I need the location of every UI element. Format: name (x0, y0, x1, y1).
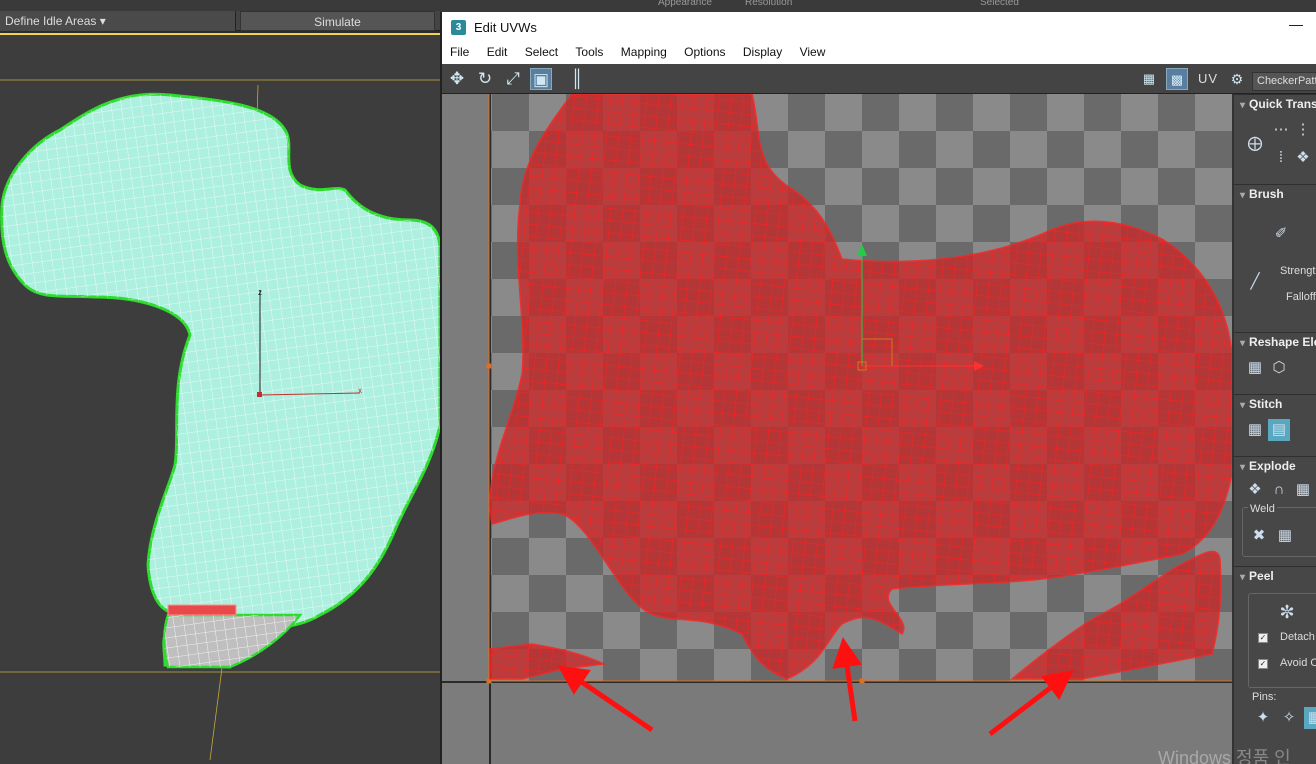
simulate-button[interactable]: Simulate (240, 11, 435, 31)
break-icon[interactable]: ❖ (1244, 479, 1266, 501)
pins-label: Pins: (1252, 691, 1277, 703)
grid-icon[interactable]: ▦ (1292, 479, 1314, 501)
perspective-viewport[interactable]: z x (0, 33, 440, 764)
detach-checkbox[interactable]: ✓ (1258, 633, 1268, 643)
edit-uvws-window: 3 Edit UVWs — File Edit Select Tools Map… (440, 12, 1316, 764)
peel-mode-icon[interactable]: ✼ (1276, 601, 1298, 623)
menu-edit[interactable]: Edit (487, 42, 508, 59)
rotate-icon[interactable]: ↻ (474, 68, 496, 90)
uv-canvas-svg (442, 94, 1232, 764)
pattern-icon[interactable]: ❖ (1292, 147, 1314, 169)
quick-transform-rollout: Quick Transform ⨁ ⋯ ⋮ ⁞ ❖ (1234, 94, 1316, 184)
stitch-target-icon[interactable]: ▤ (1268, 419, 1290, 441)
resolution-label: Resolution (745, 0, 793, 8)
pin-add-icon[interactable]: ✦ (1252, 707, 1274, 729)
uv-editor-canvas[interactable] (442, 94, 1232, 764)
explode-title[interactable]: Explode (1240, 459, 1296, 473)
viewport-canvas: z x (0, 79, 440, 761)
avoid-overlap-label: Avoid Overlap (1280, 657, 1316, 669)
stitch-title[interactable]: Stitch (1240, 397, 1282, 411)
paint-brush-icon[interactable]: ✐ (1270, 223, 1292, 245)
menu-select[interactable]: Select (525, 42, 558, 59)
scale-icon[interactable]: ⤢ (502, 68, 524, 90)
menu-view[interactable]: View (800, 42, 826, 59)
stitch-rollout: Stitch ▦ ▤ (1234, 394, 1316, 456)
move-icon[interactable]: ✥ (446, 68, 468, 90)
app-logo-icon: 3 (451, 20, 466, 35)
falloff-label: Falloff (1286, 291, 1316, 303)
detach-edge-icon[interactable]: ∩ (1268, 479, 1290, 501)
weld-selected-icon[interactable]: ✖ (1248, 525, 1270, 547)
appearance-label: Appearance (658, 0, 712, 8)
brush-title[interactable]: Brush (1240, 187, 1284, 201)
weld-label: Weld (1248, 503, 1277, 515)
uvw-toolbar: ✥ ↻ ⤢ ▣ ║ ▦ ▩ UV ⚙ CheckerPatt... (442, 64, 1316, 94)
align-vertical-icon[interactable]: ⋮ (1292, 119, 1314, 141)
freeform-mode-icon[interactable]: ▣ (530, 68, 552, 90)
menu-mapping[interactable]: Mapping (621, 42, 667, 59)
menu-display[interactable]: Display (743, 42, 782, 59)
relax-icon[interactable]: ⬡ (1268, 357, 1290, 379)
align-horizontal-icon[interactable]: ⋯ (1270, 119, 1292, 141)
settings-gear-icon[interactable]: ⚙ (1226, 68, 1248, 90)
menu-options[interactable]: Options (684, 42, 725, 59)
axis-x-label: x (358, 386, 362, 395)
screen: Appearance Resolution Selected Define Id… (0, 0, 1316, 764)
reshape-elements-rollout: Reshape Elements ▦ ⬡ (1234, 332, 1316, 394)
windows-activation-watermark: Windows 정품 인 (1158, 748, 1291, 764)
show-map-icon[interactable]: ▩ (1166, 68, 1188, 90)
window-titlebar[interactable]: 3 Edit UVWs — (442, 12, 1316, 42)
pin-auto-icon[interactable]: ▦ (1304, 707, 1316, 729)
selected-label: Selected (980, 0, 1019, 8)
rollout-panel: Quick Transform ⨁ ⋯ ⋮ ⁞ ❖ Brush ✐ ╱ Stre… (1232, 94, 1316, 764)
stitch-source-icon[interactable]: ▦ (1244, 419, 1266, 441)
uv-axis-label[interactable]: UV (1198, 71, 1218, 86)
window-title: Edit UVWs (474, 20, 537, 35)
define-idle-areas-dropdown[interactable]: Define Idle Areas ▾ (0, 11, 236, 31)
idle-dropdown-label: Define Idle Areas (5, 14, 97, 28)
cloth-toolbar: Define Idle Areas ▾ Simulate (0, 11, 440, 31)
brush-rollout: Brush ✐ ╱ Strength Falloff (1234, 184, 1316, 332)
align-center-icon[interactable]: ⨁ (1244, 133, 1266, 155)
menu-tools[interactable]: Tools (575, 42, 603, 59)
chevron-down-icon: ▾ (99, 14, 106, 28)
menu-file[interactable]: File (450, 42, 469, 59)
checker-toggle-icon[interactable]: ▦ (1138, 68, 1160, 90)
minimize-button[interactable]: — (1286, 16, 1306, 36)
detach-label: Detach (1280, 631, 1315, 643)
axis-z-label: z (258, 288, 262, 297)
pin-remove-icon[interactable]: ✧ (1278, 707, 1300, 729)
avoid-overlap-checkbox[interactable]: ✓ (1258, 659, 1268, 669)
peel-title[interactable]: Peel (1240, 569, 1274, 583)
uv-gutter (442, 94, 490, 764)
straighten-icon[interactable]: ▦ (1244, 357, 1266, 379)
peel-rollout: Peel ✼ ✓ Detach ✓ Avoid Overlap Pins: ✦ … (1234, 566, 1316, 764)
checker-pattern-dropdown[interactable]: CheckerPatt... (1252, 72, 1316, 91)
reshape-title[interactable]: Reshape Elements (1240, 335, 1316, 349)
weld-target-icon[interactable]: ▦ (1274, 525, 1296, 547)
cloth-mesh (0, 92, 440, 669)
mirror-icon[interactable]: ║ (566, 68, 588, 90)
explode-rollout: Explode ❖ ∩ ▦ Weld ✖ ▦ (1234, 456, 1316, 566)
quick-transform-title[interactable]: Quick Transform (1240, 97, 1316, 111)
space-vertical-icon[interactable]: ⁞ (1270, 147, 1292, 169)
brush-line-icon[interactable]: ╱ (1244, 271, 1266, 293)
menu-bar: File Edit Select Tools Mapping Options D… (442, 42, 1316, 64)
strength-label: Strength (1280, 265, 1316, 277)
